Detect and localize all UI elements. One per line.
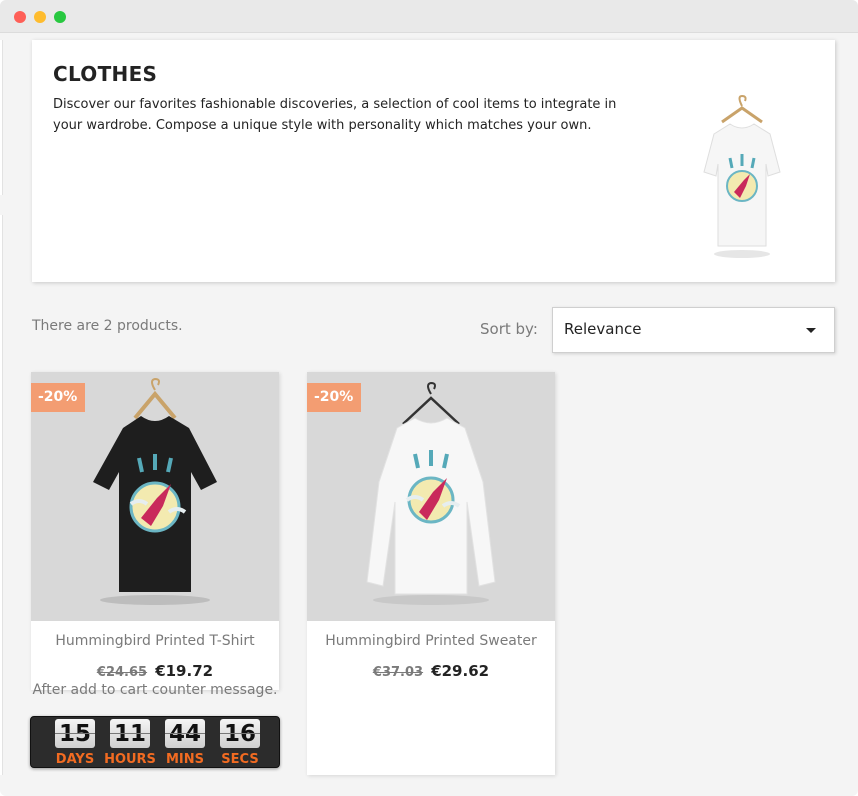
category-image xyxy=(692,94,792,269)
close-window-button[interactable] xyxy=(14,11,26,23)
product-image[interactable]: -20% xyxy=(307,372,555,621)
title-bar xyxy=(0,0,858,33)
cart-counter-message: After add to cart counter message. xyxy=(32,682,278,698)
countdown-days-value: 15 xyxy=(55,719,95,748)
regular-price: €37.03 xyxy=(372,665,424,680)
left-column-edge xyxy=(0,40,3,195)
sort-label: Sort by: xyxy=(480,320,538,338)
sale-price: €29.62 xyxy=(431,662,490,680)
product-name[interactable]: Hummingbird Printed Sweater xyxy=(307,633,555,649)
product-count: There are 2 products. xyxy=(32,318,183,334)
countdown-mins: 44 MINS xyxy=(163,719,207,767)
price-line: €37.03 €29.62 xyxy=(307,661,555,680)
minimize-window-button[interactable] xyxy=(34,11,46,23)
countdown-mins-value: 44 xyxy=(165,719,205,748)
sort-dropdown[interactable]: Relevance xyxy=(552,307,835,353)
left-column-edge xyxy=(0,215,3,775)
countdown-days: 15 DAYS xyxy=(53,719,97,767)
discount-badge: -20% xyxy=(31,383,86,412)
sort-selected-value: Relevance xyxy=(564,320,642,338)
maximize-window-button[interactable] xyxy=(54,11,66,23)
caret-down-icon xyxy=(806,328,816,333)
countdown-timer: 15 DAYS 11 HOURS 44 MINS 16 SECS xyxy=(30,716,280,768)
product-card[interactable]: -20% Hummingbird Printed T-Shirt €24.65 … xyxy=(31,372,279,690)
price-line: €24.65 €19.72 xyxy=(31,661,279,680)
countdown-hours-value: 11 xyxy=(110,719,150,748)
category-description: Discover our favorites fashionable disco… xyxy=(53,97,617,133)
countdown-days-label: DAYS xyxy=(55,752,95,767)
countdown-secs-label: SECS xyxy=(221,752,259,767)
regular-price: €24.65 xyxy=(96,665,148,680)
product-card[interactable]: -20% Hummingbird Printed Sweater €37.03 … xyxy=(307,372,555,775)
product-image[interactable]: -20% xyxy=(31,372,279,621)
browser-window: CLOTHES Discover our favorites fashionab… xyxy=(0,0,858,796)
discount-badge: -20% xyxy=(307,383,362,412)
product-name[interactable]: Hummingbird Printed T-Shirt xyxy=(31,633,279,649)
countdown-hours: 11 HOURS xyxy=(104,719,156,767)
category-title: CLOTHES xyxy=(53,62,158,86)
countdown-mins-label: MINS xyxy=(165,752,205,767)
category-header: CLOTHES Discover our favorites fashionab… xyxy=(32,40,835,282)
sale-price: €19.72 xyxy=(155,662,214,680)
countdown-hours-label: HOURS xyxy=(104,752,156,767)
countdown-secs-value: 16 xyxy=(220,719,260,748)
countdown-secs: 16 SECS xyxy=(218,719,262,767)
